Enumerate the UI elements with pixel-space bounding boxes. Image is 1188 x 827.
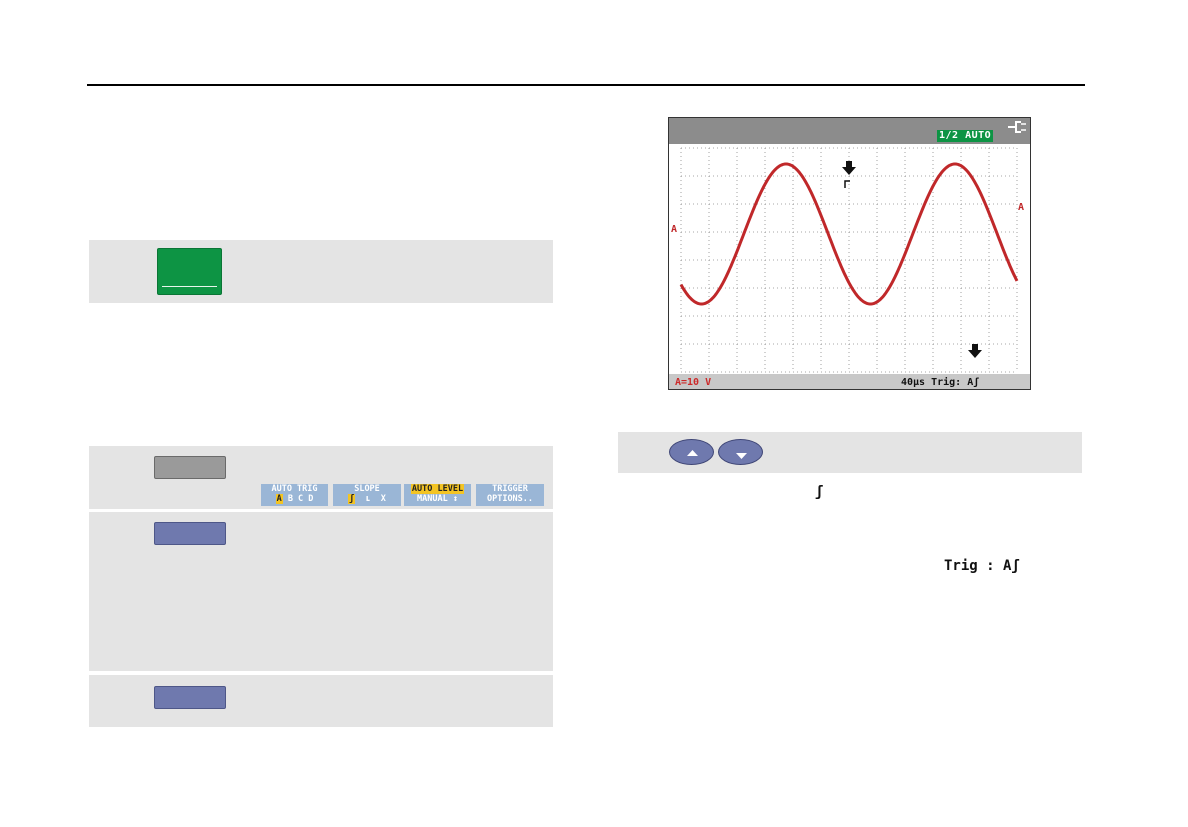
- softkey-label: AUTO TRIG: [271, 484, 318, 494]
- softkey-options: ʃ ʟ X: [348, 494, 386, 504]
- softkey-slope[interactable]: SLOPE ʃ ʟ X: [333, 484, 401, 506]
- trigger-key-button[interactable]: [154, 456, 226, 479]
- up-arrow-icon: [687, 450, 698, 456]
- softkey-options: A B C D: [275, 494, 314, 504]
- function-key-button-2[interactable]: [154, 686, 226, 709]
- channel-readout: A=10 V: [675, 377, 712, 388]
- trigger-indicator-text: Trig : Aʃ: [944, 558, 1020, 574]
- up-arrow-button[interactable]: [669, 439, 714, 465]
- scope-status-badge: 1/2 AUTO: [937, 130, 994, 142]
- softkey-label: SLOPE: [354, 484, 380, 494]
- rising-edge-symbol: ʃ: [815, 484, 824, 500]
- softkey-auto-trig[interactable]: AUTO TRIG A B C D: [261, 484, 328, 506]
- channel-marker-right: A: [1018, 202, 1024, 213]
- softkey-options: OPTIONS..: [486, 494, 534, 504]
- header-rule: [87, 84, 1085, 86]
- key-underline: [162, 286, 217, 287]
- power-plug-icon: [1008, 121, 1026, 133]
- scope-graticule: AA: [671, 147, 1024, 373]
- trigger-arrow-icon: [842, 161, 856, 175]
- softkey-trigger-options[interactable]: TRIGGER OPTIONS..: [476, 484, 544, 506]
- softkey-bar: AUTO TRIG A B C D SLOPE ʃ ʟ X AUTO LEVEL…: [261, 484, 544, 506]
- scope-display: 1/2 AUTO AA A=10 V 40µs Trig: Aʃ: [668, 117, 1031, 390]
- scope-status-bar: 1/2 AUTO: [669, 118, 1030, 144]
- green-key-button[interactable]: [157, 248, 222, 295]
- timebase-trigger-readout: 40µs Trig: Aʃ: [901, 377, 980, 388]
- softkey-label: AUTO LEVEL: [410, 484, 465, 494]
- trigger-arrow-icon: [968, 344, 982, 358]
- softkey-options: MANUAL ↕: [417, 494, 458, 504]
- softkey-label: TRIGGER: [492, 484, 528, 494]
- down-arrow-icon: [736, 453, 747, 459]
- down-arrow-button[interactable]: [718, 439, 763, 465]
- softkey-auto-level[interactable]: AUTO LEVEL MANUAL ↕: [404, 484, 471, 506]
- channel-marker-left: A: [671, 224, 677, 235]
- function-key-button-1[interactable]: [154, 522, 226, 545]
- scope-readout-bar: A=10 V 40µs Trig: Aʃ: [669, 374, 1030, 389]
